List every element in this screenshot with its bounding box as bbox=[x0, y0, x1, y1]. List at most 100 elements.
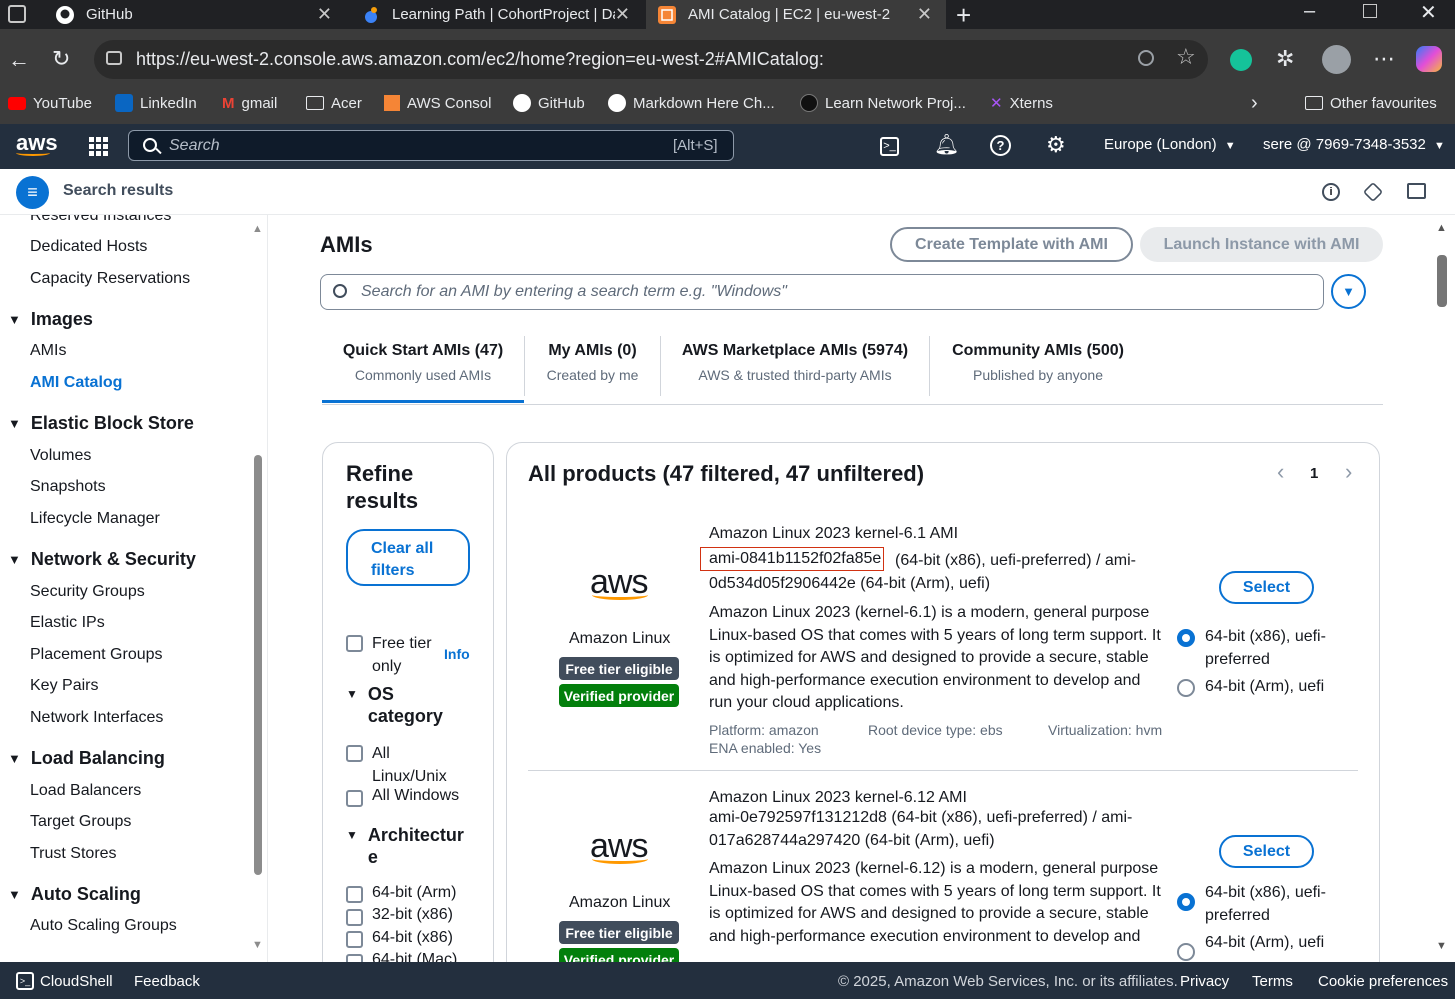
minimize-icon[interactable]: – bbox=[1304, 0, 1315, 23]
sidebar-item-auto-scaling-groups[interactable]: Auto Scaling Groups bbox=[30, 917, 177, 935]
bookmark-other-favourites[interactable]: Other favourites bbox=[1305, 94, 1437, 112]
tab-marketplace[interactable]: AWS Marketplace AMIs (5974) AWS & truste… bbox=[661, 335, 929, 403]
arch-arm-radio[interactable] bbox=[1177, 679, 1195, 697]
sidebar-item-lifecycle-manager[interactable]: Lifecycle Manager bbox=[30, 510, 160, 528]
sidebar-toggle-icon[interactable]: ≡ bbox=[16, 176, 49, 209]
services-grid-icon[interactable] bbox=[89, 137, 108, 156]
more-bookmarks-chevron-icon[interactable]: › bbox=[1251, 92, 1258, 114]
notifications-bell-icon[interactable]: 🔔︎ bbox=[934, 132, 959, 157]
create-template-button[interactable]: Create Template with AMI bbox=[890, 227, 1133, 262]
arch-x86-32-checkbox[interactable] bbox=[346, 909, 363, 926]
extensions-icon[interactable]: ✲ bbox=[1276, 46, 1294, 72]
sidebar-section-load-balancing[interactable]: ▼ Load Balancing bbox=[8, 748, 165, 769]
sidebar-item-trust-stores[interactable]: Trust Stores bbox=[30, 845, 117, 863]
arch-arm64-checkbox[interactable] bbox=[346, 886, 363, 903]
bookmark-gmail[interactable]: Mgmail bbox=[222, 94, 277, 112]
profile-avatar[interactable] bbox=[1322, 45, 1351, 74]
maximize-icon[interactable] bbox=[1363, 4, 1377, 18]
notifications-panel-icon[interactable] bbox=[1407, 183, 1426, 199]
cookie-preferences-link[interactable]: Cookie preferences bbox=[1318, 973, 1448, 990]
select-button[interactable]: Select bbox=[1219, 835, 1314, 868]
tab-actions-icon[interactable] bbox=[8, 5, 26, 23]
sidebar-item-volumes[interactable]: Volumes bbox=[30, 447, 91, 465]
ami-search-input[interactable]: Search for an AMI by entering a search t… bbox=[320, 274, 1324, 310]
sidebar-scrollbar-thumb[interactable] bbox=[254, 455, 262, 875]
cloudshell-link[interactable]: CloudShell bbox=[40, 973, 113, 990]
arch-x86-radio[interactable] bbox=[1177, 629, 1195, 647]
sidebar-item-reserved-instances[interactable]: Reserved Instances bbox=[30, 215, 171, 225]
close-tab-icon[interactable]: ✕ bbox=[917, 4, 932, 25]
favorite-star-icon[interactable]: ☆ bbox=[1176, 44, 1196, 70]
sidebar-section-images[interactable]: ▼ Images bbox=[8, 309, 93, 330]
bookmark-markdown-here[interactable]: Markdown Here Ch... bbox=[608, 94, 775, 112]
all-linux-checkbox[interactable] bbox=[346, 745, 363, 762]
close-tab-icon[interactable]: ✕ bbox=[614, 4, 630, 25]
clear-filters-button[interactable]: Clear all filters bbox=[346, 529, 470, 586]
sidebar-section-auto-scaling[interactable]: ▼ Auto Scaling bbox=[8, 884, 141, 905]
os-category-toggle[interactable]: ▼ OS category bbox=[346, 683, 448, 727]
sidebar-item-snapshots[interactable]: Snapshots bbox=[30, 478, 106, 496]
arch-mac-checkbox[interactable] bbox=[346, 954, 363, 962]
tab-community[interactable]: Community AMIs (500) Published by anyone bbox=[930, 335, 1146, 403]
aws-search-input[interactable]: Search [Alt+S] bbox=[128, 130, 734, 161]
sidebar-item-target-groups[interactable]: Target Groups bbox=[30, 813, 131, 831]
account-menu[interactable]: sere @ 7969-7348-3532 ▼ bbox=[1263, 136, 1445, 153]
arch-x86-radio[interactable] bbox=[1177, 893, 1195, 911]
close-window-icon[interactable]: ✕ bbox=[1420, 0, 1437, 25]
arch-x86-64-checkbox[interactable] bbox=[346, 931, 363, 948]
free-tier-checkbox[interactable] bbox=[346, 635, 363, 652]
sidebar-item-network-interfaces[interactable]: Network Interfaces bbox=[30, 709, 163, 727]
sidebar-item-amis[interactable]: AMIs bbox=[30, 342, 66, 360]
copilot-icon[interactable] bbox=[1416, 46, 1442, 72]
aws-logo[interactable]: aws bbox=[16, 130, 58, 156]
region-selector[interactable]: Europe (London) ▼ bbox=[1104, 136, 1236, 153]
site-info-icon[interactable] bbox=[106, 51, 122, 65]
bookmark-xterns[interactable]: ✕ Xterns bbox=[990, 94, 1053, 113]
launch-instance-button[interactable]: Launch Instance with AMI bbox=[1140, 227, 1383, 262]
main-scroll-up-icon[interactable]: ▲ bbox=[1436, 222, 1447, 234]
grammarly-icon[interactable] bbox=[1230, 49, 1252, 71]
sidebar-scroll-up-icon[interactable]: ▲ bbox=[252, 223, 263, 235]
sidebar-section-elastic-block-store[interactable]: ▼ Elastic Block Store bbox=[8, 413, 194, 434]
expand-filters-button[interactable]: ▼ bbox=[1331, 274, 1366, 309]
refresh-icon[interactable]: ↻ bbox=[52, 46, 70, 72]
privacy-link[interactable]: Privacy bbox=[1180, 973, 1229, 990]
sidebar-item-ami-catalog[interactable]: AMI Catalog bbox=[30, 374, 122, 392]
sidebar-item-key-pairs[interactable]: Key Pairs bbox=[30, 677, 98, 695]
prev-page-icon[interactable]: ‹ bbox=[1277, 459, 1284, 485]
help-icon[interactable]: ? bbox=[990, 135, 1011, 156]
bookmark-linkedin[interactable]: LinkedIn bbox=[115, 94, 197, 112]
all-windows-checkbox[interactable] bbox=[346, 790, 363, 807]
main-scroll-down-icon[interactable]: ▼ bbox=[1436, 940, 1447, 952]
main-scrollbar-thumb[interactable] bbox=[1437, 255, 1447, 307]
browser-tab-learning-path[interactable]: Learning Path | CohortProject | Da ✕ bbox=[350, 0, 644, 29]
sidebar-item-placement-groups[interactable]: Placement Groups bbox=[30, 646, 163, 664]
sidebar-item-elastic-ips[interactable]: Elastic IPs bbox=[30, 614, 105, 632]
info-link[interactable]: Info bbox=[444, 646, 470, 662]
back-icon[interactable]: ← bbox=[8, 47, 30, 73]
sidebar-scroll-down-icon[interactable]: ▼ bbox=[252, 939, 263, 951]
close-tab-icon[interactable]: ✕ bbox=[317, 4, 332, 25]
browser-menu-icon[interactable]: ⋯ bbox=[1373, 46, 1395, 72]
feedback-link[interactable]: Feedback bbox=[134, 973, 200, 990]
sidebar-item-security-groups[interactable]: Security Groups bbox=[30, 583, 145, 601]
info-icon[interactable]: i bbox=[1322, 183, 1340, 201]
tab-my-amis[interactable]: My AMIs (0) Created by me bbox=[525, 335, 660, 403]
terms-link[interactable]: Terms bbox=[1252, 973, 1293, 990]
browser-tab-ami-catalog[interactable]: AMI Catalog | EC2 | eu-west-2 ✕ bbox=[646, 0, 946, 29]
next-page-icon[interactable]: › bbox=[1345, 459, 1352, 485]
ami-id[interactable]: ami-0e792597f131212d8 bbox=[709, 809, 887, 826]
sidebar-section-network-security[interactable]: ▼ Network & Security bbox=[8, 549, 196, 570]
sidebar-item-capacity-reservations[interactable]: Capacity Reservations bbox=[30, 270, 190, 288]
cloudshell-icon[interactable]: >_ bbox=[880, 137, 899, 156]
security-shield-icon[interactable] bbox=[1362, 181, 1384, 203]
bookmark-aws-console[interactable]: AWS Consol bbox=[384, 94, 491, 112]
bookmark-learn-network[interactable]: Learn Network Proj... bbox=[800, 94, 966, 112]
sidebar-item-load-balancers[interactable]: Load Balancers bbox=[30, 782, 141, 800]
settings-gear-icon[interactable]: ⚙ bbox=[1046, 132, 1066, 158]
architecture-toggle[interactable]: ▼ Architecture bbox=[346, 824, 468, 868]
bookmark-youtube[interactable]: YouTube bbox=[8, 94, 92, 112]
select-button[interactable]: Select bbox=[1219, 571, 1314, 604]
sidebar-item-dedicated-hosts[interactable]: Dedicated Hosts bbox=[30, 238, 147, 256]
arch-arm-radio[interactable] bbox=[1177, 943, 1195, 961]
